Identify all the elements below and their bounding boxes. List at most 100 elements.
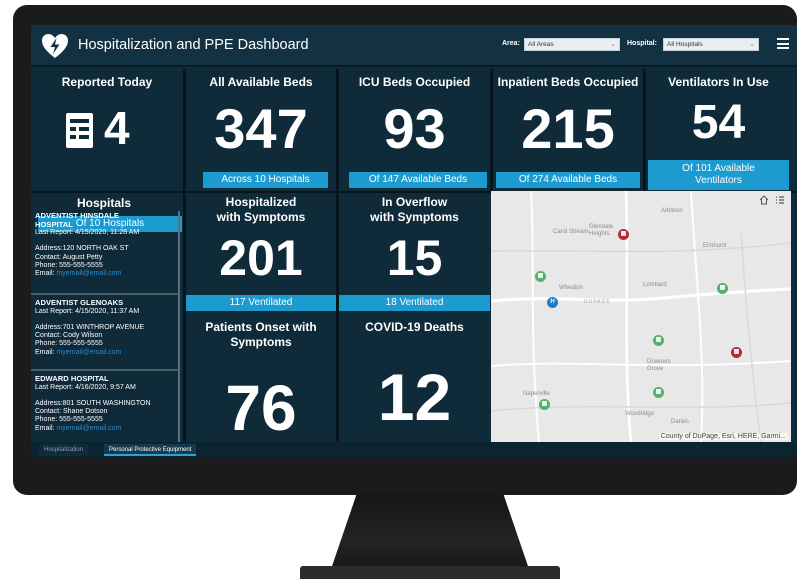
hospital-marker-green[interactable]: ▦ <box>539 399 550 410</box>
tab-hospitalization[interactable]: Hospitalization <box>39 444 89 456</box>
dashboard-header: Hospitalization and PPE Dashboard Area: … <box>31 25 797 67</box>
panel-title-line1: In Overflow <box>381 195 448 209</box>
hospital-filter-value: All Hospitals <box>667 41 703 48</box>
map-place-label: Lombard <box>643 282 667 288</box>
hospital-filter-select[interactable]: All Hospitals ⌄ <box>663 38 759 51</box>
hospital-email-link[interactable]: myemail@email.com <box>56 425 121 432</box>
kpi-value: 347 <box>214 97 308 160</box>
hospital-map[interactable]: Addison Carol Stream Glendale Heights El… <box>491 191 791 442</box>
report-document-icon <box>66 113 93 148</box>
list-divider <box>31 369 178 371</box>
kpi-footer: Of 274 Available Beds <box>496 172 640 188</box>
kpi-value: 4 <box>104 102 130 154</box>
map-attribution: County of DuPage, Esri, HERE, Garmi... <box>658 433 788 440</box>
panel-title-line1: Patients Onset with <box>205 320 317 334</box>
hospital-marker-blue[interactable]: H <box>547 297 558 308</box>
list-divider <box>31 293 178 295</box>
panel-title-line2: Symptoms <box>230 335 292 349</box>
panel-title-line2: with Symptoms <box>216 210 306 224</box>
hospital-marker-green[interactable]: ▦ <box>653 387 664 398</box>
hospital-contact: Contact: Cody Wilson <box>35 332 103 340</box>
panel-title: COVID-19 Deaths <box>365 320 464 334</box>
list-item-hospital[interactable]: ADVENTIST HINSDALE HOSPITAL Last Report:… <box>35 211 177 279</box>
hospital-email-label: Email: <box>35 348 55 356</box>
hospitals-list-scrollbar[interactable] <box>178 211 180 443</box>
dashboard-screen: Hospitalization and PPE Dashboard Area: … <box>31 25 797 457</box>
panel-onset: Patients Onset with Symptoms 76 <box>186 312 336 442</box>
panel-value: 12 <box>377 360 452 434</box>
hospital-phone: Phone: 555-555-5555 <box>35 340 103 348</box>
chevron-down-icon: ⌄ <box>749 41 755 48</box>
hospital-marker-green[interactable]: ▦ <box>717 283 728 294</box>
hospital-last-report: Last Report: 4/16/2020, 9:57 AM <box>35 383 136 391</box>
hospital-email-link[interactable]: myemail@email.com <box>56 270 121 277</box>
panel-value: 201 <box>219 230 303 286</box>
hospital-email-link[interactable]: myemail@email.com <box>56 349 121 356</box>
hospital-name: ADVENTIST GLENOAKS <box>35 298 124 307</box>
hospital-contact: Contact: Shane Dotson <box>35 408 108 416</box>
kpi-footer: Of 101 Available Ventilators <box>648 160 789 190</box>
panel-title: Patients Onset with Symptoms <box>186 320 336 350</box>
hospital-email-label: Email: <box>35 270 55 278</box>
panel-value: 15 <box>386 230 443 286</box>
home-icon[interactable] <box>759 195 769 205</box>
hospitals-list-title: Hospitals <box>76 196 131 210</box>
hamburger-menu-icon[interactable] <box>777 38 789 49</box>
map-place-label: Wheaton <box>559 285 584 291</box>
kpi-value: 54 <box>691 96 746 149</box>
list-item-hospital[interactable]: EDWARD HOSPITAL Last Report: 4/16/2020, … <box>35 374 177 433</box>
hospital-contact: Contact: August Petty <box>35 253 103 261</box>
kpi-footer: Across 10 Hospitals <box>203 172 328 188</box>
map-place-label: Carol Stream <box>553 229 589 235</box>
kpi-value: 93 <box>383 97 446 160</box>
hospital-marker-green[interactable]: ▦ <box>653 335 664 346</box>
hospital-filter-label: Hospital: <box>627 40 657 47</box>
map-place-label: Darien <box>671 419 689 425</box>
panel-title: In Overflow with Symptoms <box>339 195 490 225</box>
panel-title-line2: with Symptoms <box>370 210 459 224</box>
kpi-title: All Available Beds <box>209 75 313 89</box>
hospital-marker-red[interactable]: ▦ <box>731 347 742 358</box>
tab-personal-protective-equipment[interactable]: Personal Protective Equipment <box>104 444 197 456</box>
panel-value: 76 <box>225 372 297 444</box>
panel-title-line1: Hospitalized <box>225 195 297 209</box>
panel-deaths: COVID-19 Deaths 12 <box>339 312 490 442</box>
hospital-last-report: Last Report: 4/15/2020, 11:28 AM <box>35 229 140 237</box>
monitor-photo: Hospitalization and PPE Dashboard Area: … <box>0 0 797 579</box>
area-filter-label: Area: <box>502 40 520 47</box>
kpi-title: Reported Today <box>61 75 153 89</box>
hospital-marker-red[interactable]: ▦ <box>618 229 629 240</box>
hospital-address: Address:701 WINTHROP AVENUE <box>35 323 145 331</box>
area-filter-value: All Areas <box>528 41 554 48</box>
dashboard-title: Hospitalization and PPE Dashboard <box>78 37 309 53</box>
kpi-title: Inpatient Beds Occupied <box>497 75 639 89</box>
kpi-title: Ventilators In Use <box>668 75 769 89</box>
hospital-phone: Phone: 555-555-5555 <box>35 262 103 270</box>
map-roads <box>491 191 791 442</box>
kpi-title: ICU Beds Occupied <box>358 75 471 89</box>
map-place-label: Addison <box>661 208 683 214</box>
map-place-label: Woodridge <box>625 411 654 417</box>
hospital-address: Address:120 NORTH OAK ST <box>35 245 129 253</box>
map-place-label: DUPAGE <box>584 299 611 305</box>
monitor-stand-neck <box>330 490 530 572</box>
hospital-name-line2: HOSPITAL <box>35 219 73 229</box>
hospital-marker-green[interactable]: ▦ <box>535 271 546 282</box>
area-filter-select[interactable]: All Areas ⌄ <box>524 38 620 51</box>
panel-footer: 18 Ventilated <box>339 295 490 311</box>
hospital-phone: Phone: 555-555-5555 <box>35 416 103 424</box>
hospital-name: EDWARD HOSPITAL <box>35 374 109 383</box>
kpi-footer: Of 147 Available Beds <box>349 172 487 188</box>
kpi-value: 215 <box>521 97 615 160</box>
kpi-reported-today: Reported Today 4 Of 10 Hospitals <box>31 69 183 232</box>
monitor-stand-base <box>300 566 560 579</box>
list-item-hospital[interactable]: ADVENTIST GLENOAKS Last Report: 4/15/202… <box>35 298 177 357</box>
map-place-label: Naperville <box>523 391 550 397</box>
layer-list-icon[interactable] <box>775 195 785 205</box>
panel-title: Hospitalized with Symptoms <box>186 195 336 225</box>
hospital-last-report: Last Report: 4/15/2020, 11:37 AM <box>35 307 140 315</box>
hospital-email-label: Email: <box>35 424 55 432</box>
kpi-footer-line1: Of 101 Available <box>682 163 755 174</box>
bottom-tab-bar: Hospitalization Personal Protective Equi… <box>31 442 797 457</box>
hospital-address: Address:801 SOUTH WASHINGTON <box>35 399 151 407</box>
